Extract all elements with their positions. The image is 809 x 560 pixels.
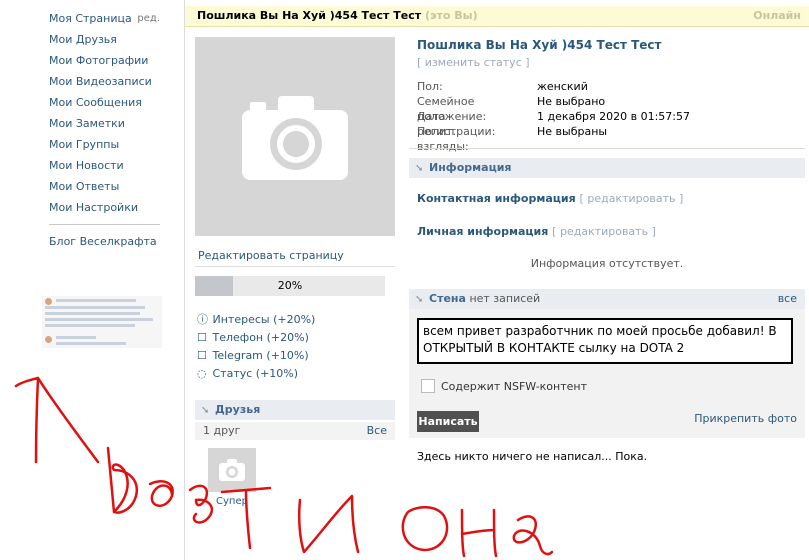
red-scribble-overlay	[14, 376, 554, 558]
letter-scribble	[106, 446, 139, 514]
letter-scribble	[148, 480, 174, 507]
letter-scribble	[188, 484, 214, 524]
letter-scribble	[401, 506, 449, 552]
letter-scribble	[460, 508, 498, 558]
letter-scribble	[297, 494, 360, 554]
letter-scribble	[220, 486, 272, 550]
arrow-scribble	[14, 376, 100, 464]
letter-scribble	[512, 515, 554, 556]
